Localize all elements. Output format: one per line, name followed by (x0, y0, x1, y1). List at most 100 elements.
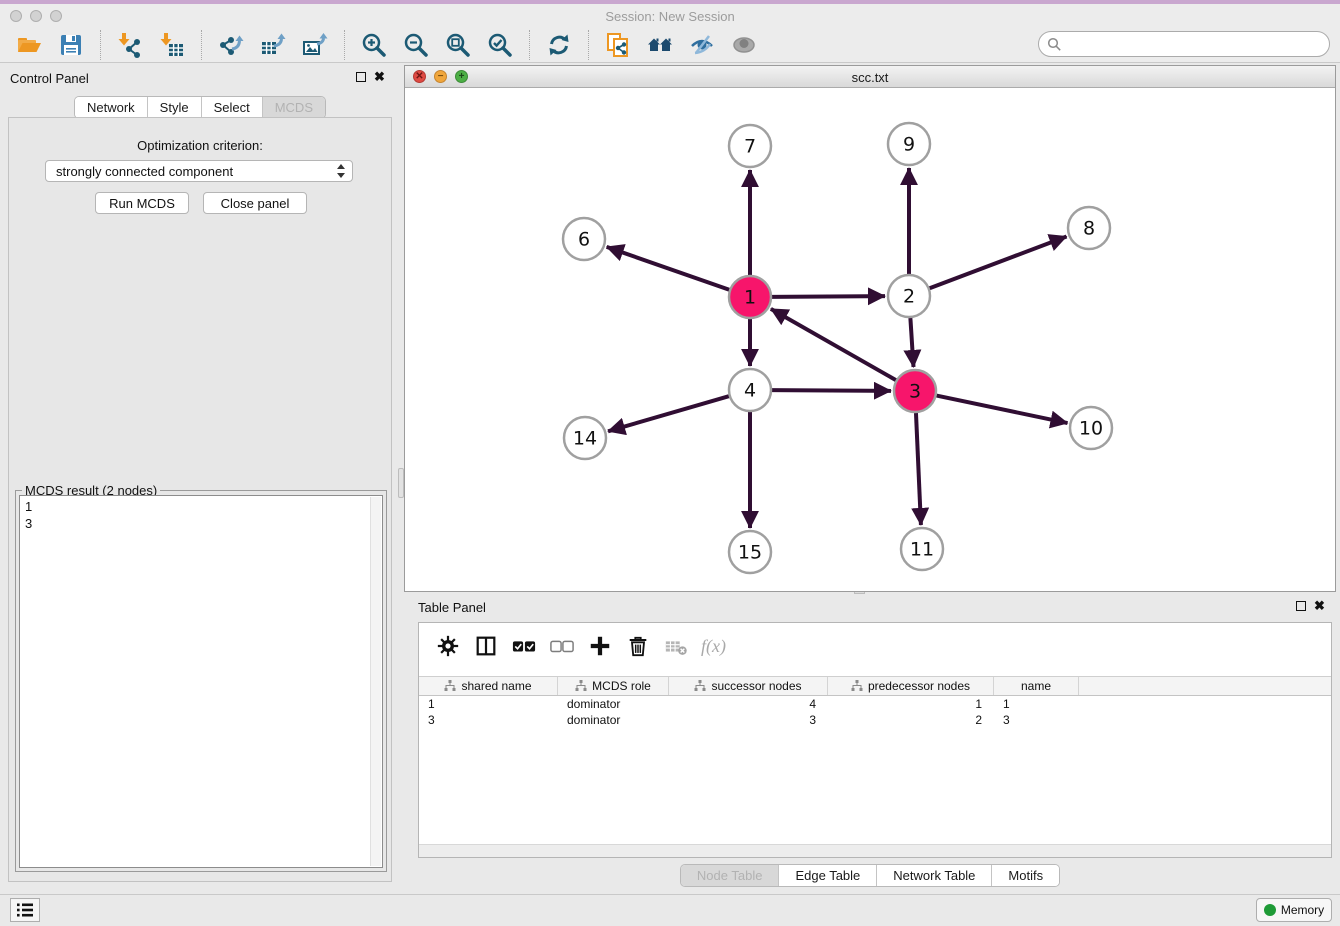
control-tab-mcds[interactable]: MCDS (263, 97, 325, 118)
export-network-icon[interactable] (217, 31, 245, 59)
cell-predecessor-nodes[interactable]: 2 (828, 712, 994, 728)
graph-node-14[interactable]: 14 (564, 417, 606, 459)
graph-node-3[interactable]: 3 (894, 370, 936, 412)
table-rows: 1dominator4113dominator323 (419, 696, 1331, 728)
network-frame-titlebar[interactable]: ✕ − + scc.txt (405, 66, 1335, 88)
search-input[interactable] (1062, 34, 1329, 54)
export-image-icon[interactable] (301, 31, 329, 59)
toolbar-separator (529, 30, 530, 60)
cell-MCDS-role[interactable]: dominator (558, 696, 669, 712)
graph-node-2[interactable]: 2 (888, 275, 930, 317)
zoom-selected-icon[interactable] (486, 31, 514, 59)
export-table-icon[interactable] (259, 31, 287, 59)
task-history-button[interactable] (10, 898, 40, 922)
graph-node-1[interactable]: 1 (729, 276, 771, 318)
mcds-result-lines: 1 3 (25, 498, 32, 532)
column-layout-icon[interactable] (471, 631, 501, 661)
zoom-out-icon[interactable] (402, 31, 430, 59)
save-session-icon[interactable] (57, 31, 85, 59)
graph-edge-4-14[interactable] (608, 396, 729, 431)
cell-successor-nodes[interactable]: 3 (669, 712, 828, 728)
table-tab-motifs[interactable]: Motifs (992, 865, 1059, 886)
toolbar-separator (588, 30, 589, 60)
cell-MCDS-role[interactable]: dominator (558, 712, 669, 728)
control-tab-select[interactable]: Select (202, 97, 263, 118)
control-panel-tabs: NetworkStyleSelectMCDS (0, 96, 400, 119)
graph-node-9[interactable]: 9 (888, 123, 930, 165)
memory-button[interactable]: Memory (1256, 898, 1332, 922)
control-panel-title: Control Panel (10, 71, 89, 86)
table-row[interactable]: 1dominator411 (419, 696, 1331, 712)
graph-edge-1-6[interactable] (607, 247, 730, 290)
graph-edge-3-11[interactable] (916, 413, 921, 525)
cell-shared-name[interactable]: 1 (419, 696, 558, 712)
graph-node-10[interactable]: 10 (1070, 407, 1112, 449)
delete-row-trash-icon[interactable] (623, 631, 653, 661)
clone-network-icon[interactable] (604, 31, 632, 59)
column-attribute-icon (575, 680, 587, 692)
show-graphics-icon[interactable] (730, 31, 758, 59)
hide-graphics-icon[interactable] (688, 31, 716, 59)
table-tab-node-table[interactable]: Node Table (681, 865, 780, 886)
table-panel-close-icon[interactable]: ✖ (1314, 601, 1325, 611)
delete-table-icon[interactable] (661, 631, 691, 661)
column-header-predecessor-nodes[interactable]: predecessor nodes (828, 677, 994, 695)
svg-text:2: 2 (903, 286, 915, 308)
graph-node-4[interactable]: 4 (729, 369, 771, 411)
graph-node-11[interactable]: 11 (901, 528, 943, 570)
control-panel-close-icon[interactable]: ✖ (374, 72, 385, 82)
deselect-all-checkboxes-icon[interactable] (547, 631, 577, 661)
graph-edge-1-2[interactable] (772, 296, 885, 297)
mcds-result-scrollbar[interactable] (370, 497, 381, 866)
import-table-icon[interactable] (158, 31, 186, 59)
mcds-result-textarea[interactable]: 1 3 (19, 495, 383, 868)
memory-status-dot (1264, 904, 1276, 916)
graph-node-7[interactable]: 7 (729, 125, 771, 167)
run-mcds-button[interactable]: Run MCDS (95, 192, 189, 214)
cell-name[interactable]: 3 (994, 712, 1079, 728)
table-tab-edge-table[interactable]: Edge Table (779, 865, 877, 886)
cell-shared-name[interactable]: 3 (419, 712, 558, 728)
column-header-successor-nodes[interactable]: successor nodes (669, 677, 828, 695)
svg-text:3: 3 (909, 381, 921, 403)
cell-successor-nodes[interactable]: 4 (669, 696, 828, 712)
table-panel-float-icon[interactable] (1296, 601, 1306, 611)
open-session-icon[interactable] (15, 31, 43, 59)
graph-node-6[interactable]: 6 (563, 218, 605, 260)
control-tab-style[interactable]: Style (148, 97, 202, 118)
list-icon (16, 902, 34, 918)
column-header-shared-name[interactable]: shared name (419, 677, 558, 695)
table-settings-gear-icon[interactable] (433, 631, 463, 661)
zoom-in-icon[interactable] (360, 31, 388, 59)
apply-layout-icon[interactable] (545, 31, 573, 59)
control-tab-network[interactable]: Network (75, 97, 148, 118)
network-view-frame: ✕ − + scc.txt 7 9 6 8 1 2 4 3 14 10 15 11 (404, 65, 1336, 592)
column-header-name[interactable]: name (994, 677, 1079, 695)
graph-node-8[interactable]: 8 (1068, 207, 1110, 249)
search-field[interactable] (1038, 31, 1330, 57)
control-panel-float-icon[interactable] (356, 72, 366, 82)
table-row[interactable]: 3dominator323 (419, 712, 1331, 728)
reset-home-icon[interactable] (646, 31, 674, 59)
close-panel-button[interactable]: Close panel (203, 192, 307, 214)
add-row-icon[interactable] (585, 631, 615, 661)
function-builder-icon[interactable]: f(x) (701, 636, 726, 657)
graph-node-15[interactable]: 15 (729, 531, 771, 573)
criterion-dropdown-value: strongly connected component (56, 164, 233, 179)
criterion-dropdown[interactable]: strongly connected component (45, 160, 353, 182)
optimization-criterion-label: Optimization criterion: (9, 138, 391, 153)
memory-label: Memory (1281, 903, 1324, 917)
graph-edge-3-1[interactable] (771, 309, 896, 380)
cell-name[interactable]: 1 (994, 696, 1079, 712)
graph-edge-3-10[interactable] (937, 396, 1068, 424)
network-canvas[interactable]: 7 9 6 8 1 2 4 3 14 10 15 11 (405, 88, 1335, 591)
import-network-icon[interactable] (116, 31, 144, 59)
table-tab-network-table[interactable]: Network Table (877, 865, 992, 886)
fit-content-icon[interactable] (444, 31, 472, 59)
graph-edge-4-3[interactable] (772, 390, 891, 391)
cell-predecessor-nodes[interactable]: 1 (828, 696, 994, 712)
column-header-MCDS-role[interactable]: MCDS role (558, 677, 669, 695)
select-all-checkboxes-icon[interactable] (509, 631, 539, 661)
graph-edge-2-3[interactable] (910, 318, 913, 367)
graph-edge-2-8[interactable] (930, 236, 1067, 288)
